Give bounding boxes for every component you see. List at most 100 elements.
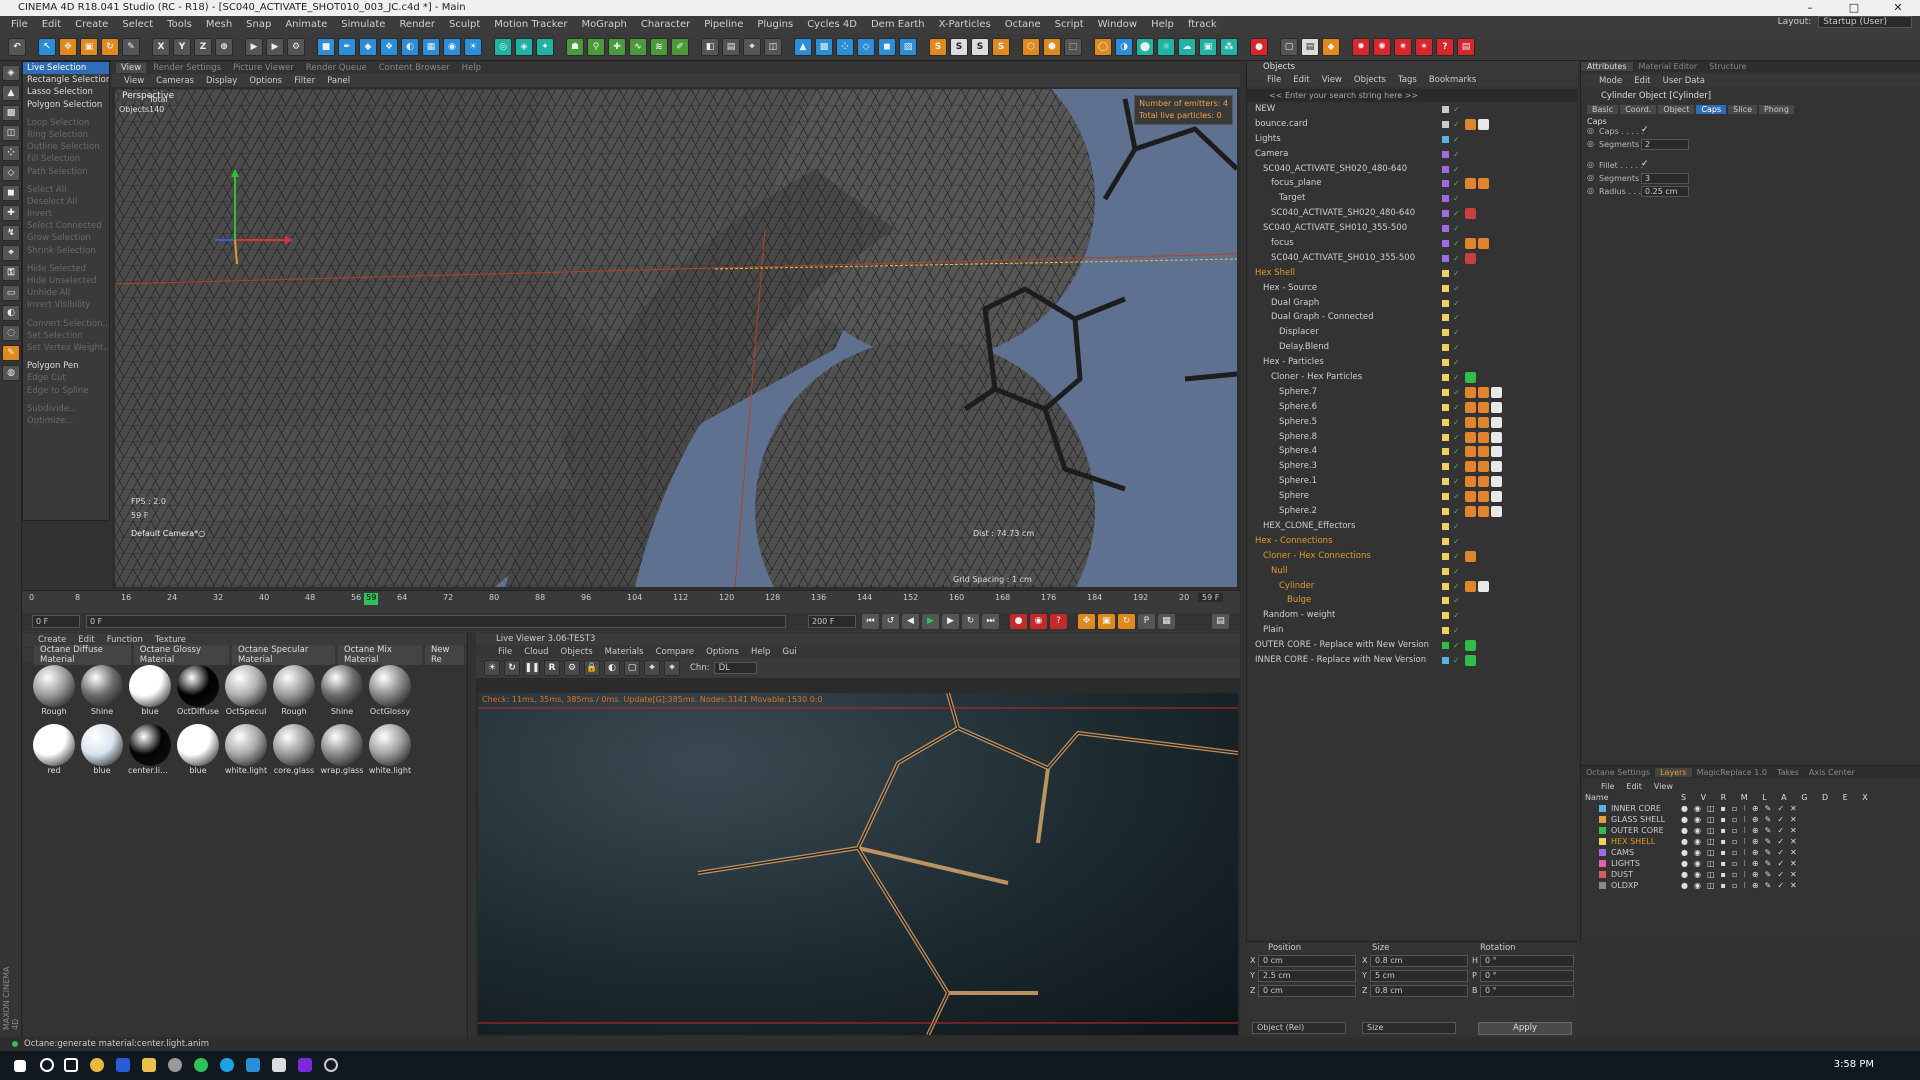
layer-color-swatch[interactable]: [1599, 882, 1606, 889]
pick-focus-icon[interactable]: ⌖: [644, 660, 660, 676]
material-swatch[interactable]: red: [32, 724, 76, 779]
object-tag-icon[interactable]: [1465, 550, 1476, 562]
selection-menu-item-unhide-all[interactable]: Unhide All: [23, 287, 109, 299]
object-row[interactable]: Delay.Blend ✓: [1247, 340, 1578, 355]
object-tag-icon[interactable]: [1465, 431, 1476, 443]
object-tag-icon[interactable]: [1465, 372, 1476, 384]
script-s2-button[interactable]: S: [950, 37, 968, 56]
monitor-icon[interactable]: [272, 1058, 286, 1072]
layer-color-swatch[interactable]: [1599, 871, 1606, 878]
property-checkbox[interactable]: ✓: [1641, 125, 1649, 135]
object-row[interactable]: Lights ✓: [1247, 132, 1578, 147]
sketch-icon[interactable]: ✐: [671, 37, 689, 56]
property-field[interactable]: 0.25 cm: [1641, 186, 1689, 197]
tab-content-browser[interactable]: Content Browser: [374, 63, 455, 73]
property-tab-coord[interactable]: Coord.: [1620, 105, 1657, 114]
record-icon[interactable]: ●: [1250, 37, 1268, 56]
object-tag-icon[interactable]: [1478, 446, 1489, 458]
object-tag-icon[interactable]: [1491, 416, 1502, 428]
coordinate-field[interactable]: 0.8 cm: [1370, 955, 1468, 967]
array-icon[interactable]: ❖: [380, 37, 398, 56]
window-icon[interactable]: ▤: [1301, 37, 1319, 56]
material-swatch[interactable]: OctSpecul: [224, 665, 268, 720]
move-icon[interactable]: ✥: [59, 37, 77, 56]
selection-menu-item-fill-selection[interactable]: Fill Selection: [23, 153, 109, 165]
range-slider[interactable]: 0 F: [86, 615, 786, 628]
object-tag-icon[interactable]: [1465, 446, 1476, 458]
key-scale-icon[interactable]: ▣: [1098, 614, 1115, 629]
object-tag-icon[interactable]: [1478, 118, 1489, 130]
layer-tab-magicreplace-1-0[interactable]: MagicReplace 1.0: [1692, 768, 1772, 777]
selection-menu-item-lasso-selection[interactable]: Lasso Selection: [23, 86, 109, 98]
explorer-icon[interactable]: [142, 1058, 156, 1072]
menu-tools[interactable]: Tools: [160, 16, 199, 33]
coordinate-field[interactable]: 5 cm: [1370, 970, 1468, 982]
object-row[interactable]: Sphere.8 ✓: [1247, 430, 1578, 445]
menu-pipeline[interactable]: Pipeline: [697, 16, 750, 33]
scene-icon[interactable]: ▦: [422, 37, 440, 56]
object-row[interactable]: SC040_ACTIVATE_SH020_480-640 ✓: [1247, 206, 1578, 221]
material-swatch[interactable]: Shine: [80, 665, 124, 720]
object-tag-icon[interactable]: [1465, 238, 1476, 250]
selection-menu-item-shrink-selection[interactable]: Shrink Selection: [23, 245, 109, 257]
object-tag-icon[interactable]: [1491, 491, 1502, 503]
menu-script[interactable]: Script: [1048, 16, 1091, 33]
object-tag-icon[interactable]: [1491, 431, 1502, 443]
settings-icon[interactable]: [324, 1058, 338, 1072]
layer-toggle-icons[interactable]: ●◉◫▪▫⁝⊕✎✓✕: [1681, 803, 1803, 814]
layer-color-swatch[interactable]: [1599, 827, 1606, 834]
points-mode-icon[interactable]: ⁘: [836, 37, 854, 56]
subdivision-icon[interactable]: ◆: [359, 37, 377, 56]
brush-icon[interactable]: ✎: [2, 345, 20, 361]
property-tab-object[interactable]: Object: [1658, 105, 1695, 114]
menu-octane[interactable]: Octane: [998, 16, 1048, 33]
selection-menu-item-outline-selection[interactable]: Outline Selection: [23, 141, 109, 153]
tab-view[interactable]: View: [116, 62, 147, 73]
object-row[interactable]: Cloner - Hex Particles ✓: [1247, 370, 1578, 385]
object-tag-icon[interactable]: [1491, 506, 1502, 518]
attribute-tab-attributes[interactable]: Attributes: [1581, 62, 1633, 71]
objects-menu-edit[interactable]: Edit: [1287, 75, 1315, 85]
object-row[interactable]: Sphere ✓: [1247, 489, 1578, 504]
chrome-icon[interactable]: [90, 1058, 104, 1072]
octane-scatter-icon[interactable]: ⁂: [1220, 37, 1238, 56]
material-swatch[interactable]: OctDiffuse: [176, 665, 220, 720]
selection-menu-item-ring-selection[interactable]: Ring Selection: [23, 129, 109, 141]
model-icon[interactable]: ▲: [2, 85, 20, 101]
layer-row[interactable]: OLDXP ●◉◫▪▫⁝⊕✎✓✕: [1581, 880, 1920, 891]
viewport-menu-filter[interactable]: Filter: [288, 76, 321, 86]
layer-color-swatch[interactable]: [1599, 860, 1606, 867]
viewport-scene[interactable]: Perspective Total Objects 140 Number of …: [115, 89, 1237, 587]
attribute-menu-edit[interactable]: Edit: [1628, 76, 1656, 86]
coordinate-field[interactable]: 0 cm: [1258, 955, 1356, 967]
script-s1-button[interactable]: S: [929, 37, 947, 56]
property-tab-phong[interactable]: Phong: [1758, 105, 1794, 114]
object-tag-icon[interactable]: [1465, 640, 1476, 652]
material-tab-new-re[interactable]: New Re: [424, 645, 464, 665]
xparticles-question-icon[interactable]: ?: [1436, 37, 1454, 56]
layout-selector[interactable]: Layout: Startup (User): [1778, 16, 1912, 28]
menu-motion-tracker[interactable]: Motion Tracker: [487, 16, 574, 33]
record-key-icon[interactable]: ●: [1010, 614, 1027, 629]
save-image-icon[interactable]: ▢: [624, 660, 640, 676]
object-tag-icon[interactable]: [1491, 386, 1502, 398]
workplane-side-icon[interactable]: ◫: [2, 125, 20, 141]
rotate-icon[interactable]: ↻: [101, 37, 119, 56]
layer-row[interactable]: GLASS SHELL ●◉◫▪▫⁝⊕✎✓✕: [1581, 814, 1920, 825]
start-frame-field[interactable]: 0 F: [32, 615, 80, 628]
settings-gear-icon[interactable]: ⚙: [564, 660, 580, 676]
workplane-icon[interactable]: ◫: [764, 37, 782, 56]
menu-snap[interactable]: Snap: [239, 16, 278, 33]
mograph-effector-icon[interactable]: ✦: [536, 37, 554, 56]
viewport-menu-options[interactable]: Options: [243, 76, 288, 86]
live-viewer-menu-file[interactable]: File: [492, 647, 518, 657]
task-view-icon[interactable]: [64, 1058, 78, 1072]
octane-camera-icon[interactable]: ⬤: [1136, 37, 1154, 56]
xparticles-modifier-icon[interactable]: ✶: [1415, 37, 1433, 56]
object-row[interactable]: focus_plane ✓: [1247, 176, 1578, 191]
object-tag-icon[interactable]: [1465, 580, 1476, 592]
menu-file[interactable]: File: [4, 16, 35, 33]
autokey-icon[interactable]: ◉: [1030, 614, 1047, 629]
layout-dropdown[interactable]: Startup (User): [1818, 16, 1912, 28]
material-menu-edit[interactable]: Edit: [72, 635, 100, 645]
